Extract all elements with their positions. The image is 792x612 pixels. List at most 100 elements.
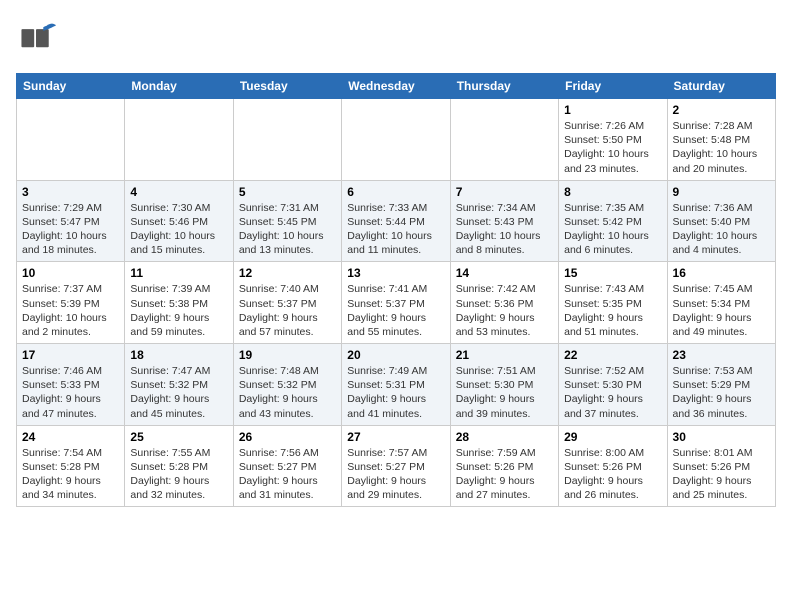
weekday-header-thursday: Thursday	[450, 74, 558, 99]
day-info: Sunrise: 7:46 AM Sunset: 5:33 PM Dayligh…	[22, 364, 119, 421]
day-number: 8	[564, 185, 661, 199]
day-info: Sunrise: 7:47 AM Sunset: 5:32 PM Dayligh…	[130, 364, 227, 421]
calendar-cell	[342, 99, 450, 181]
day-info: Sunrise: 7:43 AM Sunset: 5:35 PM Dayligh…	[564, 282, 661, 339]
day-number: 13	[347, 266, 444, 280]
calendar-cell	[233, 99, 341, 181]
calendar-cell: 20Sunrise: 7:49 AM Sunset: 5:31 PM Dayli…	[342, 344, 450, 426]
calendar-cell: 9 Sunrise: 7:36 AM Sunset: 5:40 PM Daylig…	[667, 180, 775, 262]
calendar-cell: 30 Sunrise: 8:01 AM Sunset: 5:26 PM Dayli…	[667, 425, 775, 507]
day-number: 16	[673, 266, 770, 280]
day-number: 3	[22, 185, 119, 199]
calendar-cell: 15 Sunrise: 7:43 AM Sunset: 5:35 PM Dayli…	[559, 262, 667, 344]
calendar-header-row: SundayMondayTuesdayWednesdayThursdayFrid…	[17, 74, 776, 99]
calendar-cell	[17, 99, 125, 181]
calendar-cell: 29 Sunrise: 8:00 AM Sunset: 5:26 PM Dayli…	[559, 425, 667, 507]
calendar-cell: 25 Sunrise: 7:55 AM Sunset: 5:28 PM Dayli…	[125, 425, 233, 507]
day-number: 27	[347, 430, 444, 444]
day-number: 7	[456, 185, 553, 199]
calendar-cell: 19 Sunrise: 7:48 AM Sunset: 5:32 PM Dayli…	[233, 344, 341, 426]
day-info: Sunrise: 7:48 AM Sunset: 5:32 PM Dayligh…	[239, 364, 336, 421]
calendar-cell: 17 Sunrise: 7:46 AM Sunset: 5:33 PM Dayli…	[17, 344, 125, 426]
day-info: Sunrise: 7:41 AM Sunset: 5:37 PM Dayligh…	[347, 282, 444, 339]
weekday-header-friday: Friday	[559, 74, 667, 99]
calendar-cell: 1 Sunrise: 7:26 AM Sunset: 5:50 PM Daylig…	[559, 99, 667, 181]
calendar-cell	[125, 99, 233, 181]
day-info: Sunrise: 7:53 AM Sunset: 5:29 PM Dayligh…	[673, 364, 770, 421]
day-number: 23	[673, 348, 770, 362]
day-number: 21	[456, 348, 553, 362]
day-info: Sunrise: 7:26 AM Sunset: 5:50 PM Dayligh…	[564, 119, 661, 176]
day-info: Sunrise: 8:00 AM Sunset: 5:26 PM Dayligh…	[564, 446, 661, 503]
weekday-header-sunday: Sunday	[17, 74, 125, 99]
calendar-cell: 4 Sunrise: 7:30 AM Sunset: 5:46 PM Daylig…	[125, 180, 233, 262]
calendar-cell: 7 Sunrise: 7:34 AM Sunset: 5:43 PM Daylig…	[450, 180, 558, 262]
day-info: Sunrise: 7:57 AM Sunset: 5:27 PM Dayligh…	[347, 446, 444, 503]
day-info: Sunrise: 7:52 AM Sunset: 5:30 PM Dayligh…	[564, 364, 661, 421]
day-number: 14	[456, 266, 553, 280]
day-info: Sunrise: 7:31 AM Sunset: 5:45 PM Dayligh…	[239, 201, 336, 258]
calendar-cell: 5 Sunrise: 7:31 AM Sunset: 5:45 PM Daylig…	[233, 180, 341, 262]
day-info: Sunrise: 7:55 AM Sunset: 5:28 PM Dayligh…	[130, 446, 227, 503]
calendar-cell: 12Sunrise: 7:40 AM Sunset: 5:37 PM Dayli…	[233, 262, 341, 344]
calendar-cell: 22 Sunrise: 7:52 AM Sunset: 5:30 PM Dayli…	[559, 344, 667, 426]
calendar-cell: 2 Sunrise: 7:28 AM Sunset: 5:48 PM Daylig…	[667, 99, 775, 181]
calendar-cell: 13 Sunrise: 7:41 AM Sunset: 5:37 PM Dayli…	[342, 262, 450, 344]
day-number: 29	[564, 430, 661, 444]
day-number: 15	[564, 266, 661, 280]
weekday-header-saturday: Saturday	[667, 74, 775, 99]
page-header	[16, 16, 776, 65]
day-number: 19	[239, 348, 336, 362]
day-number: 4	[130, 185, 227, 199]
day-info: Sunrise: 7:30 AM Sunset: 5:46 PM Dayligh…	[130, 201, 227, 258]
calendar-cell: 10 Sunrise: 7:37 AM Sunset: 5:39 PM Dayli…	[17, 262, 125, 344]
day-number: 9	[673, 185, 770, 199]
day-number: 24	[22, 430, 119, 444]
calendar-cell: 16 Sunrise: 7:45 AM Sunset: 5:34 PM Dayli…	[667, 262, 775, 344]
day-info: Sunrise: 8:01 AM Sunset: 5:26 PM Dayligh…	[673, 446, 770, 503]
day-number: 10	[22, 266, 119, 280]
weekday-header-tuesday: Tuesday	[233, 74, 341, 99]
day-number: 18	[130, 348, 227, 362]
day-number: 17	[22, 348, 119, 362]
calendar-cell: 24 Sunrise: 7:54 AM Sunset: 5:28 PM Dayli…	[17, 425, 125, 507]
day-number: 1	[564, 103, 661, 117]
day-number: 20	[347, 348, 444, 362]
calendar-week-5: 24 Sunrise: 7:54 AM Sunset: 5:28 PM Dayli…	[17, 425, 776, 507]
day-info: Sunrise: 7:36 AM Sunset: 5:40 PM Dayligh…	[673, 201, 770, 258]
day-number: 12	[239, 266, 336, 280]
day-info: Sunrise: 7:37 AM Sunset: 5:39 PM Dayligh…	[22, 282, 119, 339]
day-number: 22	[564, 348, 661, 362]
logo	[16, 16, 58, 65]
day-number: 30	[673, 430, 770, 444]
calendar-cell: 11Sunrise: 7:39 AM Sunset: 5:38 PM Dayli…	[125, 262, 233, 344]
day-info: Sunrise: 7:59 AM Sunset: 5:26 PM Dayligh…	[456, 446, 553, 503]
calendar-cell: 8Sunrise: 7:35 AM Sunset: 5:42 PM Daylig…	[559, 180, 667, 262]
day-number: 26	[239, 430, 336, 444]
day-number: 25	[130, 430, 227, 444]
calendar-cell: 18 Sunrise: 7:47 AM Sunset: 5:32 PM Dayli…	[125, 344, 233, 426]
weekday-header-monday: Monday	[125, 74, 233, 99]
day-number: 6	[347, 185, 444, 199]
day-number: 5	[239, 185, 336, 199]
calendar-week-2: 3 Sunrise: 7:29 AM Sunset: 5:47 PM Daylig…	[17, 180, 776, 262]
logo-icon	[16, 20, 56, 65]
calendar-week-4: 17 Sunrise: 7:46 AM Sunset: 5:33 PM Dayli…	[17, 344, 776, 426]
day-info: Sunrise: 7:54 AM Sunset: 5:28 PM Dayligh…	[22, 446, 119, 503]
day-info: Sunrise: 7:56 AM Sunset: 5:27 PM Dayligh…	[239, 446, 336, 503]
day-info: Sunrise: 7:28 AM Sunset: 5:48 PM Dayligh…	[673, 119, 770, 176]
calendar-cell	[450, 99, 558, 181]
calendar-cell: 23 Sunrise: 7:53 AM Sunset: 5:29 PM Dayli…	[667, 344, 775, 426]
calendar-cell: 3 Sunrise: 7:29 AM Sunset: 5:47 PM Daylig…	[17, 180, 125, 262]
day-number: 11	[130, 266, 227, 280]
day-info: Sunrise: 7:42 AM Sunset: 5:36 PM Dayligh…	[456, 282, 553, 339]
calendar-cell: 21Sunrise: 7:51 AM Sunset: 5:30 PM Dayli…	[450, 344, 558, 426]
calendar-cell: 28Sunrise: 7:59 AM Sunset: 5:26 PM Dayli…	[450, 425, 558, 507]
day-number: 2	[673, 103, 770, 117]
day-info: Sunrise: 7:33 AM Sunset: 5:44 PM Dayligh…	[347, 201, 444, 258]
day-info: Sunrise: 7:34 AM Sunset: 5:43 PM Dayligh…	[456, 201, 553, 258]
calendar-cell: 27 Sunrise: 7:57 AM Sunset: 5:27 PM Dayli…	[342, 425, 450, 507]
day-info: Sunrise: 7:29 AM Sunset: 5:47 PM Dayligh…	[22, 201, 119, 258]
calendar-week-1: 1 Sunrise: 7:26 AM Sunset: 5:50 PM Daylig…	[17, 99, 776, 181]
day-info: Sunrise: 7:45 AM Sunset: 5:34 PM Dayligh…	[673, 282, 770, 339]
